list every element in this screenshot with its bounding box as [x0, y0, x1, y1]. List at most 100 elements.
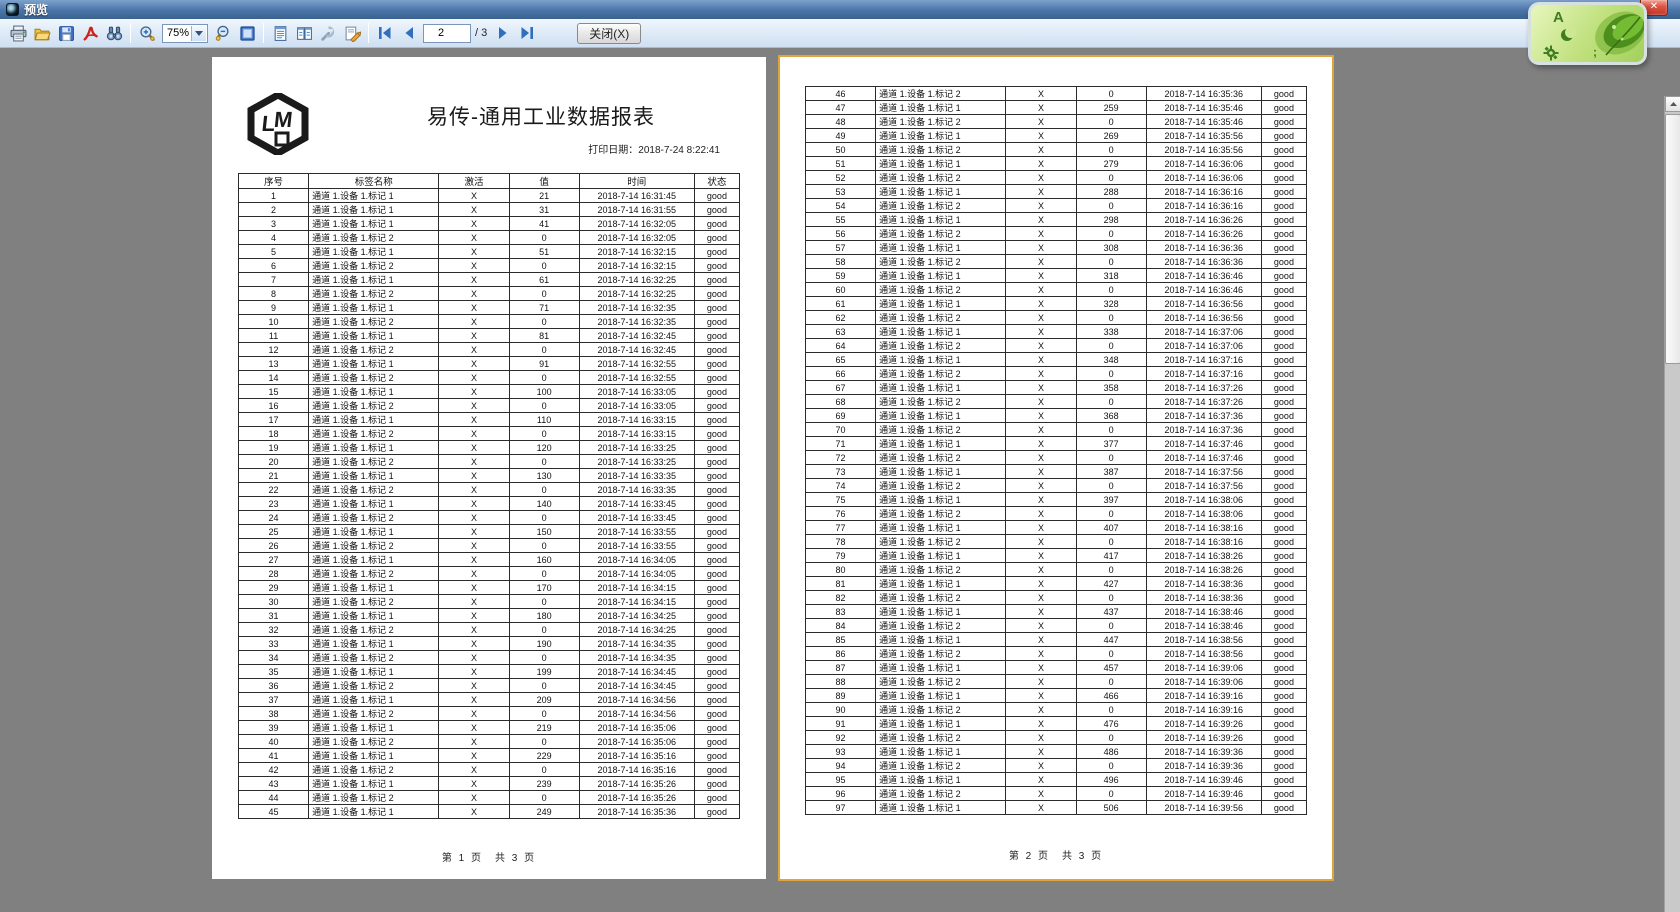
save-button[interactable] — [55, 22, 77, 44]
next-page-button[interactable] — [492, 22, 514, 44]
page-footer: 第 2 页 共 3 页 — [780, 847, 1332, 862]
page-number-input[interactable] — [423, 24, 471, 43]
cell-tag-name: 通道 1.设备 1.标记 2 — [309, 595, 439, 609]
zoom-out-button[interactable] — [212, 22, 234, 44]
tools-button[interactable] — [317, 22, 339, 44]
cell-value: 0 — [509, 371, 579, 385]
cell-seq: 50 — [806, 143, 876, 157]
cell-value: 0 — [1076, 115, 1146, 129]
first-page-button[interactable] — [374, 22, 396, 44]
cell-time: 2018-7-14 16:36:56 — [1146, 311, 1261, 325]
table-row: 8通道 1.设备 1.标记 2X02018-7-14 16:32:25good — [239, 287, 740, 301]
cell-tag-name: 通道 1.设备 1.标记 1 — [876, 689, 1006, 703]
table-row: 39通道 1.设备 1.标记 1X2192018-7-14 16:35:06go… — [239, 721, 740, 735]
cell-tag-name: 通道 1.设备 1.标记 2 — [876, 171, 1006, 185]
scrollbar-thumb[interactable] — [1665, 114, 1680, 364]
cell-status: good — [1261, 717, 1306, 731]
open-button[interactable] — [31, 22, 53, 44]
cell-active: X — [1006, 437, 1076, 451]
cell-seq: 40 — [239, 735, 309, 749]
cell-status: good — [694, 637, 739, 651]
prev-page-button[interactable] — [398, 22, 420, 44]
last-page-button[interactable] — [516, 22, 538, 44]
cell-tag-name: 通道 1.设备 1.标记 2 — [309, 315, 439, 329]
cell-seq: 61 — [806, 297, 876, 311]
gear-icon[interactable] — [1543, 45, 1559, 61]
cell-status: good — [1261, 731, 1306, 745]
last-page-icon — [519, 26, 535, 40]
cell-status: good — [1261, 241, 1306, 255]
zoom-level-combo[interactable]: 75% — [162, 24, 208, 43]
cell-tag-name: 通道 1.设备 1.标记 1 — [309, 273, 439, 287]
cell-value: 120 — [509, 441, 579, 455]
table-row: 34通道 1.设备 1.标记 2X02018-7-14 16:34:35good — [239, 651, 740, 665]
cell-status: good — [1261, 87, 1306, 101]
cell-tag-name: 通道 1.设备 1.标记 1 — [876, 129, 1006, 143]
cell-active: X — [439, 371, 509, 385]
ime-widget[interactable]: A ; — [1528, 2, 1647, 65]
cell-tag-name: 通道 1.设备 1.标记 1 — [309, 777, 439, 791]
cell-seq: 51 — [806, 157, 876, 171]
cell-status: good — [1261, 661, 1306, 675]
find-button[interactable] — [103, 22, 125, 44]
find-binoculars-icon — [106, 25, 123, 42]
fit-page-button[interactable] — [236, 22, 258, 44]
cell-status: good — [1261, 297, 1306, 311]
cell-tag-name: 通道 1.设备 1.标记 2 — [876, 647, 1006, 661]
cell-tag-name: 通道 1.设备 1.标记 2 — [309, 567, 439, 581]
cell-value: 0 — [509, 455, 579, 469]
cell-value: 0 — [1076, 283, 1146, 297]
cell-status: good — [1261, 283, 1306, 297]
two-page-view-button[interactable] — [293, 22, 315, 44]
cell-seq: 69 — [806, 409, 876, 423]
table-row: 5通道 1.设备 1.标记 1X512018-7-14 16:32:15good — [239, 245, 740, 259]
cell-time: 2018-7-14 16:33:05 — [579, 385, 694, 399]
cell-value: 41 — [509, 217, 579, 231]
cell-tag-name: 通道 1.设备 1.标记 2 — [309, 483, 439, 497]
cell-value: 0 — [509, 315, 579, 329]
zoom-in-button[interactable] — [136, 22, 158, 44]
cell-active: X — [439, 483, 509, 497]
cell-tag-name: 通道 1.设备 1.标记 1 — [876, 745, 1006, 759]
cell-seq: 60 — [806, 283, 876, 297]
print-date: 打印日期：2018-7-24 8:22:41 — [588, 141, 720, 156]
cell-tag-name: 通道 1.设备 1.标记 2 — [876, 255, 1006, 269]
moon-icon[interactable] — [1561, 29, 1573, 41]
zoom-out-icon — [215, 25, 232, 42]
cell-seq: 74 — [806, 479, 876, 493]
cell-tag-name: 通道 1.设备 1.标记 1 — [876, 437, 1006, 451]
cell-active: X — [439, 707, 509, 721]
cell-tag-name: 通道 1.设备 1.标记 1 — [309, 693, 439, 707]
cell-time: 2018-7-14 16:33:55 — [579, 525, 694, 539]
table-row: 32通道 1.设备 1.标记 2X02018-7-14 16:34:25good — [239, 623, 740, 637]
cell-status: good — [694, 329, 739, 343]
export-pdf-button[interactable] — [79, 22, 101, 44]
scroll-up-button[interactable] — [1665, 96, 1680, 112]
cell-seq: 88 — [806, 675, 876, 689]
close-preview-button[interactable]: 关闭(X) — [577, 23, 641, 44]
cell-value: 0 — [1076, 87, 1146, 101]
edit-button[interactable] — [341, 22, 363, 44]
cell-seq: 8 — [239, 287, 309, 301]
cell-active: X — [1006, 717, 1076, 731]
cell-status: good — [1261, 507, 1306, 521]
vertical-scrollbar[interactable] — [1664, 96, 1680, 912]
cell-tag-name: 通道 1.设备 1.标记 2 — [876, 423, 1006, 437]
page-total-label: / 3 — [475, 27, 487, 39]
cell-seq: 26 — [239, 539, 309, 553]
cell-status: good — [694, 553, 739, 567]
cell-value: 298 — [1076, 213, 1146, 227]
cell-time: 2018-7-14 16:38:46 — [1146, 619, 1261, 633]
ime-mode-letter[interactable]: A — [1553, 9, 1564, 26]
table-row: 81通道 1.设备 1.标记 1X4272018-7-14 16:38:36go… — [806, 577, 1307, 591]
table-row: 26通道 1.设备 1.标记 2X02018-7-14 16:33:55good — [239, 539, 740, 553]
cell-seq: 93 — [806, 745, 876, 759]
toolbar: 75% / 3 — [0, 19, 1680, 48]
table-row: 50通道 1.设备 1.标记 2X02018-7-14 16:35:56good — [806, 143, 1307, 157]
page-setup-button[interactable] — [269, 22, 291, 44]
print-button[interactable] — [7, 22, 29, 44]
cell-tag-name: 通道 1.设备 1.标记 2 — [309, 763, 439, 777]
cell-active: X — [1006, 255, 1076, 269]
table-row: 29通道 1.设备 1.标记 1X1702018-7-14 16:34:15go… — [239, 581, 740, 595]
cell-active: X — [439, 805, 509, 819]
